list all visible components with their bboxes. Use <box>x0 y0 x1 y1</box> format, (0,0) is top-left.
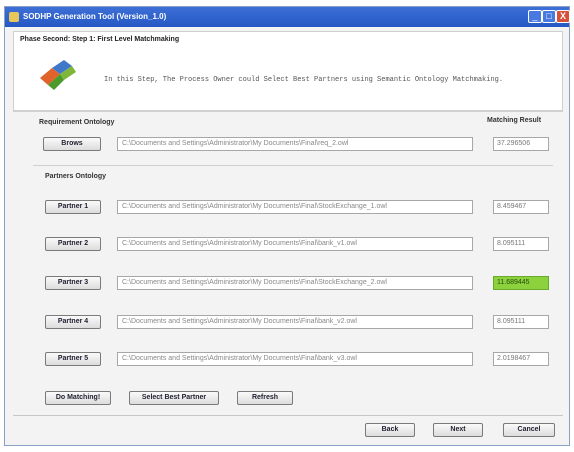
close-button[interactable]: X <box>556 10 570 23</box>
partner-1-result-field[interactable]: 8.459467 <box>493 200 549 214</box>
back-button[interactable]: Back <box>365 423 415 437</box>
partner-3-button[interactable]: Partner 3 <box>45 276 101 290</box>
divider <box>33 165 553 166</box>
cancel-button[interactable]: Cancel <box>503 423 555 437</box>
window-title: SODHP Generation Tool (Version_1.0) <box>23 12 167 21</box>
select-best-partner-button[interactable]: Select Best Partner <box>129 391 219 405</box>
do-matching-button[interactable]: Do Matching! <box>45 391 111 405</box>
navigation-bar: Back Next Cancel <box>13 415 563 443</box>
browse-button[interactable]: Brows <box>43 137 101 151</box>
partner-2-button[interactable]: Partner 2 <box>45 237 101 251</box>
step-description: In this Step, The Process Owner could Se… <box>104 76 504 84</box>
refresh-button[interactable]: Refresh <box>237 391 293 405</box>
partner-5-path-field[interactable]: C:\Documents and Settings\Administrator\… <box>117 352 473 366</box>
partner-3-path-field[interactable]: C:\Documents and Settings\Administrator\… <box>117 276 473 290</box>
maximize-button[interactable]: □ <box>542 10 556 23</box>
partner-2-path-field[interactable]: C:\Documents and Settings\Administrator\… <box>117 237 473 251</box>
partner-5-result-field[interactable]: 2.0198467 <box>493 352 549 366</box>
matching-result-header: Matching Result <box>487 117 542 124</box>
minimize-button[interactable]: _ <box>528 10 542 23</box>
partner-1-button[interactable]: Partner 1 <box>45 200 101 214</box>
next-button[interactable]: Next <box>433 423 483 437</box>
divider <box>13 111 563 112</box>
partners-section-label: Partners Ontology <box>45 173 107 180</box>
title-bar: SODHP Generation Tool (Version_1.0) _ □ … <box>5 7 570 27</box>
partner-4-result-field[interactable]: 8.095111 <box>493 315 549 329</box>
partner-5-button[interactable]: Partner 5 <box>45 352 101 366</box>
partner-3-result-field[interactable]: 11.689445 <box>493 276 549 290</box>
requirement-result-field[interactable]: 37.296506 <box>493 137 549 151</box>
puzzle-logo-icon <box>40 60 76 90</box>
app-window: SODHP Generation Tool (Version_1.0) _ □ … <box>4 6 570 446</box>
partner-1-path-field[interactable]: C:\Documents and Settings\Administrator\… <box>117 200 473 214</box>
phase-title: Phase Second: Step 1: First Level Matchm… <box>20 36 180 43</box>
partner-2-result-field[interactable]: 8.095111 <box>493 237 549 251</box>
app-icon <box>9 12 19 22</box>
partner-4-path-field[interactable]: C:\Documents and Settings\Administrator\… <box>117 315 473 329</box>
requirement-path-field[interactable]: C:\Documents and Settings\Administrator\… <box>117 137 473 151</box>
requirement-section-label: Requirement Ontology <box>39 119 115 126</box>
partner-4-button[interactable]: Partner 4 <box>45 315 101 329</box>
header-panel: Phase Second: Step 1: First Level Matchm… <box>13 31 563 111</box>
